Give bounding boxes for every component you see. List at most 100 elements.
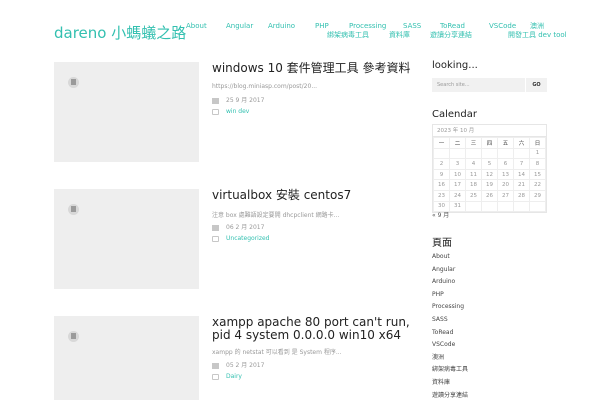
page-link[interactable]: Arduino: [432, 276, 468, 289]
calendar-day: [465, 200, 482, 213]
page-link[interactable]: 澳洲: [432, 352, 468, 365]
nav-item-about[interactable]: About: [186, 22, 207, 31]
calendar-day: [497, 200, 514, 213]
calendar-day: 28: [513, 189, 530, 202]
calendar-icon: [212, 97, 219, 104]
calendar-day: 20: [497, 179, 514, 191]
calendar-icon: [212, 224, 219, 231]
search-input[interactable]: Search site...: [432, 78, 525, 92]
calendar-day: [513, 200, 530, 213]
calendar-prev-month-link[interactable]: « 9 月: [432, 210, 449, 219]
search-go-button[interactable]: GO: [525, 78, 547, 92]
post-date: 25 9 月 2017: [212, 95, 264, 104]
calendar-day: 17: [449, 179, 466, 191]
calendar-day: [513, 147, 530, 160]
calendar-table: 一二三四五六日 1 2 3 4 5 6 7 8 9 10 11 12 13 14 15 16 17 18 19 20 2…: [433, 137, 546, 213]
calendar-day: [449, 147, 466, 160]
calendar-day: 13: [497, 168, 514, 181]
post-excerpt: xampp 的 netstat 可以看到 是 System 程序...: [212, 349, 342, 356]
folder-icon: [212, 373, 219, 380]
post-category[interactable]: Dairy: [226, 373, 242, 380]
post-title[interactable]: xampp apache 80 port can't run, pid 4 sy…: [212, 316, 412, 342]
calendar-day: [481, 147, 498, 160]
nav-item-toread[interactable]: ToRead 遊讀分享連結: [430, 22, 472, 40]
post-category-row: Uncategorized: [212, 235, 269, 242]
page-link[interactable]: 綁架病毒工具: [432, 364, 468, 377]
calendar-day: 16: [433, 179, 450, 191]
calendar-day: 24: [449, 189, 466, 202]
post-thumbnail[interactable]: [54, 62, 199, 162]
calendar-day: 15: [529, 168, 546, 181]
calendar-day: 23: [433, 189, 450, 202]
page-link[interactable]: SASS: [432, 314, 468, 327]
search-widget-title: looking...: [432, 60, 478, 71]
calendar-day: 7: [513, 158, 530, 170]
nav-item-processing[interactable]: Processing 綁架病毒工具: [327, 22, 386, 40]
calendar-day: 11: [465, 168, 482, 181]
calendar-title: Calendar: [432, 109, 477, 120]
calendar-weekday: 三: [465, 137, 482, 149]
calendar-week: 2345678: [433, 158, 546, 170]
folder-icon: [212, 108, 219, 115]
calendar-week: 16 17 18 19 20 21 22: [433, 179, 546, 191]
calendar-week: 1: [433, 147, 546, 160]
sidebar-search-widget: looking...: [432, 60, 547, 71]
page-link[interactable]: 資料庫: [432, 377, 468, 390]
pages-list: About Angular Arduino PHP Processing SASS ToRe…: [432, 251, 468, 400]
calendar-day: 12: [481, 168, 498, 181]
page-link[interactable]: ToRead: [432, 327, 468, 340]
page-link[interactable]: About: [432, 251, 468, 264]
calendar-day: 8: [529, 158, 546, 170]
post-title[interactable]: virtualbox 安裝 centos7: [212, 189, 412, 202]
calendar-day: 19: [481, 179, 498, 191]
post-excerpt: https://blog.miniasp.com/post/20...: [212, 83, 318, 90]
calendar-icon: [212, 362, 219, 369]
folder-icon: [212, 235, 219, 242]
post-category-row: win dev: [212, 108, 249, 115]
post-date: 05 2 月 2017: [212, 360, 264, 369]
site-title[interactable]: dareno 小螞蟻之路: [54, 22, 186, 43]
nav-item-arduino[interactable]: Arduino: [268, 22, 295, 31]
calendar-day: 25: [465, 189, 482, 202]
calendar-weekday: 四: [481, 137, 498, 149]
post-category[interactable]: Uncategorized: [226, 235, 269, 242]
calendar-day: 27: [497, 189, 514, 202]
post-excerpt: 注意 box 處難語設定要開 dhcpclient 網路卡...: [212, 212, 340, 219]
page-link[interactable]: Processing: [432, 301, 468, 314]
calendar-day: 31: [449, 200, 466, 213]
calendar-day: 2: [433, 158, 450, 170]
calendar-weekday: 五: [497, 137, 514, 149]
calendar-day: 14: [513, 168, 530, 181]
calendar-caption: 2023 年 10 月: [433, 125, 546, 137]
calendar-weekday: 二: [449, 137, 466, 149]
document-icon: [68, 77, 79, 88]
calendar-day: 18: [465, 179, 482, 191]
page-link[interactable]: PHP: [432, 289, 468, 302]
page-link[interactable]: 遊讀分享連結: [432, 390, 468, 400]
nav-item-angular[interactable]: Angular: [226, 22, 253, 31]
calendar-day: 6: [497, 158, 514, 170]
nav-item-sass[interactable]: SASS 資料庫: [389, 22, 421, 40]
calendar-day: [529, 200, 546, 213]
calendar-day: 26: [481, 189, 498, 202]
calendar-week: 9 10 11 12 13 14 15: [433, 168, 546, 181]
calendar-weekday: 六: [513, 137, 530, 149]
search-form: Search site... GO: [432, 78, 547, 92]
calendar-week: 23 24 25 26 27 28 29: [433, 189, 546, 202]
post-thumbnail[interactable]: [54, 316, 199, 400]
post-thumbnail[interactable]: [54, 189, 199, 289]
calendar-weekday: 日: [529, 137, 546, 149]
calendar-day: 9: [433, 168, 450, 181]
calendar-day: [433, 147, 450, 160]
page-link[interactable]: Angular: [432, 264, 468, 277]
document-icon: [68, 204, 79, 215]
post-title[interactable]: windows 10 套件管理工具 參考資料: [212, 62, 412, 75]
calendar-weekday: 一: [433, 137, 450, 149]
post-date: 06 2 月 2017: [212, 222, 264, 231]
pages-widget-title: 頁面: [432, 238, 452, 249]
nav-item-dev[interactable]: 澳洲 開發工具 dev tool: [508, 22, 567, 40]
calendar-day: 22: [529, 179, 546, 191]
post-category[interactable]: win dev: [226, 108, 249, 115]
page-link[interactable]: VSCode: [432, 339, 468, 352]
calendar-day: 29: [529, 189, 546, 202]
